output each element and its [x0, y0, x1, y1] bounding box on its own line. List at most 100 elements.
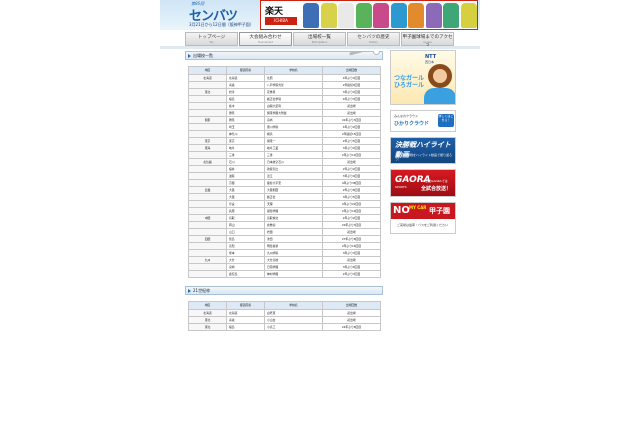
school-name-cell: 履正社	[264, 193, 323, 201]
shirt-image	[355, 3, 372, 28]
table-header-row: 地区 都道府県 学校名 出場回数	[188, 66, 381, 75]
appearance-cell: 3年ぶり2回目	[322, 88, 381, 96]
prefecture-cell: 鹿児島	[226, 270, 265, 278]
shirt-image	[408, 3, 424, 28]
column-header: 都道府県	[226, 66, 265, 75]
region-cell: 東海	[188, 144, 227, 152]
cloud-banner-line1: みんなのクラウド	[394, 114, 419, 118]
table-row: 群馬 関東学園大附属 初出場	[188, 109, 381, 117]
column-header: 学校名	[264, 301, 323, 310]
section-header-schools: 出場校一覧	[185, 51, 383, 60]
school-name-cell: 岐阜工業	[264, 144, 323, 152]
prefecture-cell: 岩手	[226, 88, 265, 96]
nav-tab-tournament[interactable]: 大会組み合わせ Tournament	[239, 32, 292, 46]
table-row: 滋賀 近江 3年ぶり4回目	[188, 172, 381, 180]
prefecture-cell: 京都	[226, 179, 265, 187]
region-cell	[188, 165, 227, 173]
school-name-cell: 小山台	[264, 316, 323, 324]
school-name-cell: 八戸学院光星	[264, 81, 323, 89]
shirt-image	[425, 3, 442, 28]
school-name-cell: 関東学園大附属	[264, 109, 323, 117]
appearance-cell: 3年ぶり5回目	[322, 193, 381, 201]
school-name-cell: 大分高校	[264, 256, 323, 264]
region-cell: 九州	[188, 256, 227, 264]
ntt-banner[interactable]: NTT 西日本 つなガールひろガール	[390, 50, 456, 105]
nav-tab-access[interactable]: 甲子園球場までのアクセスAccess	[401, 32, 454, 49]
appearance-cell: 2年ぶり16回目	[322, 242, 381, 250]
table-row: 神奈川 横浜 2年連続15回目	[188, 130, 381, 138]
region-cell	[188, 263, 227, 271]
table-row: 山口 岩国 初出場	[188, 228, 381, 236]
appearance-cell: 2年ぶり5回目	[322, 137, 381, 145]
prefecture-cell: 埼玉	[226, 123, 265, 131]
main-content: 出場校一覧 地区 都道府県 学校名 出場回数 北海道 北海道 北照 4年ぶり4回目 青森 八戸学…	[185, 51, 383, 426]
nav-tab-label: 出場校一覧	[308, 35, 331, 40]
region-cell	[188, 179, 227, 187]
nav-tab-participation[interactable]: 出場校一覧 Participation	[293, 32, 346, 46]
prefecture-cell: 鳥取	[226, 214, 265, 222]
school-name-cell: 日南学園	[264, 263, 323, 271]
school-name-cell: 天理	[264, 200, 323, 208]
column-header: 地区	[188, 66, 227, 75]
table-row: 東北 福島 小高工 24年ぶり8回目	[188, 323, 381, 331]
prefecture-cell: 群馬	[226, 116, 265, 124]
prefecture-cell: 青森	[226, 316, 265, 324]
prefecture-cell: 宮崎	[226, 263, 265, 271]
table-row: 近畿 大阪 大阪桐蔭 2年ぶり8回目	[188, 186, 381, 194]
table-row: 京都 龍谷大平安 4年ぶり38回目	[188, 179, 381, 187]
prefecture-cell: 岡山	[226, 221, 265, 229]
school-name-cell: 小高工	[264, 323, 323, 331]
prefecture-cell: 栃木	[226, 102, 265, 110]
prefecture-cell: 滋賀	[226, 172, 265, 180]
nav-tab-history[interactable]: センバツの歴史 History	[347, 32, 400, 46]
character-body	[424, 88, 455, 104]
nav-tab-en: Tournament	[258, 41, 273, 44]
prefecture-cell: 福井	[226, 165, 265, 173]
hikari-cloud-banner[interactable]: みんなのクラウド ひかりクラウド 詳しくはこちら！	[390, 110, 456, 132]
rakuten-logo: 楽天 ICHIBA	[263, 2, 299, 28]
appearance-cell: 初出場	[322, 102, 381, 110]
school-name-cell: 履正社学院	[264, 95, 323, 103]
cloud-detail-button[interactable]: 詳しくはこちら！	[438, 114, 454, 127]
senbatsu-logo[interactable]: 第86回 センバツ 3月21日から12日間（阪神甲子園）	[187, 1, 254, 28]
table-row: 熊本 九州学院 3年ぶり3回目	[188, 249, 381, 257]
school-name-cell: 日本航空石川	[264, 158, 323, 166]
table-row: 北海道 北海道 白老東 初出場	[188, 309, 381, 317]
region-cell	[188, 207, 227, 215]
table-row: 青森 八戸学院光星 2年連続9回目	[188, 81, 381, 89]
region-cell	[188, 95, 227, 103]
page: 第86回 センバツ 3月21日から12日間（阪神甲子園） 楽天 ICHIBA ト…	[0, 0, 640, 426]
shirt-image	[338, 3, 354, 28]
region-cell: 北信越	[188, 158, 227, 166]
shirt-image	[303, 3, 319, 28]
school-name-cell: 豊川学院	[264, 123, 323, 131]
rakuten-ad-banner[interactable]: 楽天 ICHIBA	[260, 0, 478, 30]
table-row: 三重 三重 2年ぶり12回目	[188, 151, 381, 159]
table-row: 鹿児島 神村学園 2年ぶり3回目	[188, 270, 381, 278]
region-cell: 近畿	[188, 186, 227, 194]
nav-tab-top[interactable]: トップページ Top	[185, 32, 238, 46]
school-name-cell: 敦賀気比	[264, 165, 323, 173]
appearance-cell: 41年ぶり3回目	[322, 116, 381, 124]
highlight-video-banner[interactable]: 決勝戦ハイライト動画 過去の決勝戦をハイライト動画で振り返ろう！	[390, 137, 456, 164]
prefecture-cell: 神奈川	[226, 130, 265, 138]
table-row: 中国 鳥取 鳥取城北 2年ぶり2回目	[188, 214, 381, 222]
school-name-cell: 神村学園	[264, 270, 323, 278]
school-name-cell: 白鷗大足利	[264, 102, 323, 110]
prefecture-cell: 北海道	[226, 309, 265, 317]
table-header-row: 地区 都道府県 学校名 出場回数	[188, 301, 381, 310]
gaora-sub2: 全試合放送！	[421, 186, 452, 192]
table-row: 福島 履正社学院 4年ぶり3回目	[188, 95, 381, 103]
prefecture-cell: 大分	[226, 256, 265, 264]
prefecture-cell: 北海道	[226, 74, 265, 82]
mycar-text: MY CAR	[409, 205, 427, 210]
table-row: 福井 敦賀気比 2年ぶり2回目	[188, 165, 381, 173]
prefecture-cell: 福島	[226, 323, 265, 331]
arrow-icon	[188, 54, 191, 58]
appearance-cell: 2年ぶり2回目	[322, 214, 381, 222]
appearance-cell: 4年ぶり4回目	[322, 74, 381, 82]
sidebar: NTT 西日本 つなガールひろガール みんなのクラウド ひかりクラウド 詳しくは…	[390, 50, 456, 239]
gaora-banner[interactable]: GAORA SPORTS CS放送GAORAでは 全試合放送！	[390, 169, 456, 197]
no-mycar-banner[interactable]: NO MY CAR 甲子園 ご来場は電車・バスをご利用ください	[390, 202, 456, 234]
appearance-cell: 2年ぶり2回目	[322, 165, 381, 173]
